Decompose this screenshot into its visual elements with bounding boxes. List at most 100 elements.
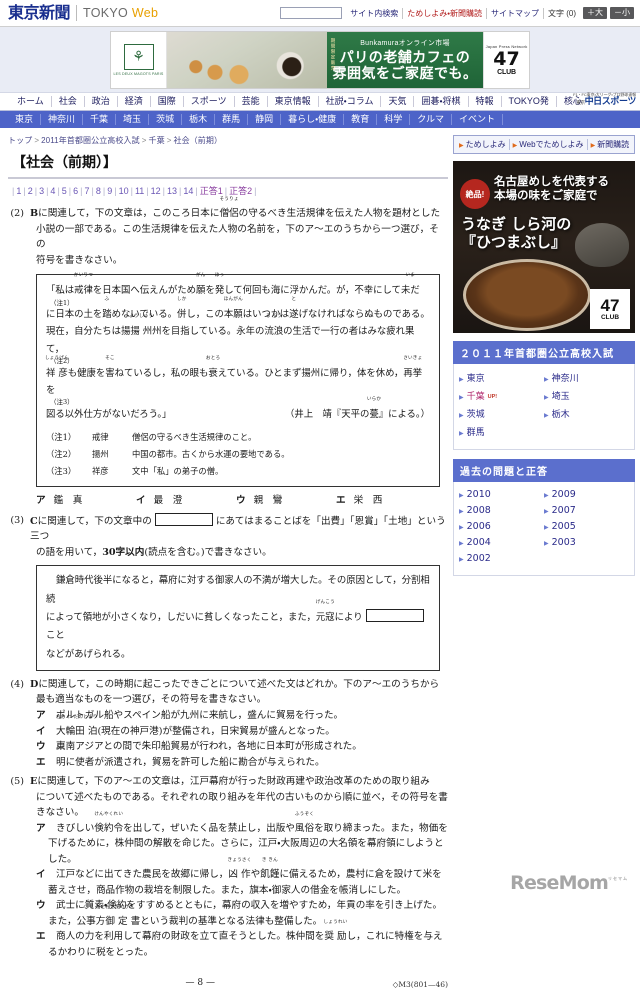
sidebar-panel-0-item-3[interactable]: ▶ 埼玉: [544, 389, 629, 402]
q4-option-b: イ おお わ だのとまり 大輪田 泊(現在の神戸港)が整備され，日宋貿易が盛んとな…: [8, 715, 448, 740]
sidebar-panel-1-item-7[interactable]: ▶ 2003: [544, 537, 629, 548]
sidebar-panel-1-item-6[interactable]: ▶ 2004: [459, 537, 544, 548]
nav-item-9[interactable]: 天気: [381, 96, 415, 107]
q4-line2: 最も適当なものを一つ選び，その符号を書きなさい。: [36, 694, 267, 706]
sidebar-panel-0-item-1[interactable]: ▶ 神奈川: [544, 371, 629, 384]
ruby-kujikata-rt: く じ かたおさだめがき: [82, 904, 135, 910]
ruby-kenyakurei-rt: けんやくれい: [94, 811, 124, 817]
subnav-item-0[interactable]: 東京: [8, 114, 42, 125]
nav-item-5[interactable]: スポーツ: [184, 96, 235, 107]
pager-page-11[interactable]: 11: [135, 186, 144, 196]
subnav-item-12[interactable]: イベント: [452, 114, 503, 125]
nav-item-10[interactable]: 囲碁・将棋: [414, 96, 469, 107]
banner-47club-logo[interactable]: Japan Press Network 47 CLUB: [483, 31, 529, 88]
subnav-item-8[interactable]: 暮らし・健康: [281, 114, 345, 125]
q5a-l1-pre: きびしい: [56, 822, 95, 834]
arrow-icon: ▶: [459, 508, 464, 515]
chunichi-sports-promo[interactable]: F1・FC東京・大リーグ・プロ野球速報 東京中日スポーツ: [573, 93, 636, 106]
subnav-item-9[interactable]: 教育: [344, 114, 378, 125]
sidebar-panel-1-item-8[interactable]: ▶ 2002: [459, 553, 544, 564]
breadcrumb-item-0[interactable]: トップ: [8, 136, 32, 145]
sidebar-ad-unagi[interactable]: 絶品! 名古屋めしを代表する 本場の味をご家庭で うなぎ しら河の 『ひつまぶし…: [453, 161, 635, 333]
sidebar-panel-1-item-1[interactable]: ▶ 2009: [544, 489, 629, 500]
pager-page-13[interactable]: 13: [167, 186, 177, 196]
sitemap-link[interactable]: サイトマップ: [487, 7, 544, 19]
sidebar-panel-0-item-6[interactable]: ▶ 群馬: [459, 425, 544, 438]
subscription-link[interactable]: ためしよみ・新聞購読: [403, 7, 487, 19]
pager-page-10[interactable]: 10: [119, 186, 129, 196]
subnav-item-2[interactable]: 千葉: [83, 114, 117, 125]
nav-item-12[interactable]: TOKYO発: [502, 96, 557, 107]
subnav-item-4[interactable]: 茨城: [149, 114, 183, 125]
nav-item-3[interactable]: 経済: [118, 96, 151, 107]
nav-item-4[interactable]: 国際: [151, 96, 184, 107]
text-size-decrease-button[interactable]: －小: [610, 7, 634, 19]
sidebar-panel-0-item-2[interactable]: ▶ 千葉 UP!: [459, 389, 544, 402]
q4-option-d-rest: に使者が派遣され，貿易を許可した船に勘合が与えられた。: [65, 756, 325, 768]
sidebar-panel-0-item-4[interactable]: ▶ 茨城: [459, 407, 544, 420]
top-banner-strip: ⚘ LES DEUX MAGOTS PARIS 期間限定販売 Bunkamura…: [0, 27, 640, 93]
sidebar-link-1[interactable]: ▶ Webでためしよみ: [510, 139, 588, 150]
nav-item-7[interactable]: 東京情報: [268, 96, 319, 107]
nav-item-11[interactable]: 特報: [469, 96, 502, 107]
site-search-link[interactable]: サイト内検索: [346, 7, 404, 19]
header-utility-bar: サイト内検索 ためしよみ・新聞購読 サイトマップ 文字 (0) ＋大 －小: [280, 7, 634, 19]
pager-answer-1[interactable]: 正答1: [200, 186, 223, 196]
pager-answer-2[interactable]: 正答2: [229, 186, 252, 196]
q2-choice-ア: ア鑑 真: [36, 493, 136, 509]
sidebar-panel-1-item-0[interactable]: ▶ 2010: [459, 489, 544, 500]
nav-item-6[interactable]: 芸能: [235, 96, 268, 107]
footnote-2-key: 揚州: [92, 448, 109, 459]
pager-page-12[interactable]: 12: [151, 186, 161, 196]
q5c-l2-pre: また，: [48, 915, 77, 927]
sidebar-panel-1-item-2[interactable]: ▶ 2008: [459, 505, 544, 516]
ruby-iraka-base: 甍: [369, 408, 379, 420]
subnav-item-10[interactable]: 科学: [377, 114, 411, 125]
sidebar-panel-1-item-3[interactable]: ▶ 2007: [544, 505, 629, 516]
sidebar-link-2[interactable]: ▶ 新聞購読: [588, 139, 633, 150]
q3-box-line2: によって領地が小さくなり，しだいに貧しくなったこと，また， げんこう 元寇によりこと: [46, 600, 430, 646]
subnav-item-6[interactable]: 群馬: [215, 114, 249, 125]
banner-club-text: CLUB: [497, 68, 516, 76]
pager-page-2[interactable]: 2: [28, 186, 33, 196]
nav-item-2[interactable]: 政治: [85, 96, 118, 107]
q5-option-a-text: きびしい けんやくれい 倹約令を出して，ぜいたく品を禁止し，出版や ふうぞく 風俗を取り…: [56, 812, 448, 837]
search-input[interactable]: [280, 7, 343, 19]
nav-item-1[interactable]: 社会: [52, 96, 85, 107]
breadcrumb-item-1[interactable]: 2011年首都圏公立高校入試: [41, 136, 140, 145]
subnav-item-7[interactable]: 静岡: [248, 114, 282, 125]
nav-item-8[interactable]: 社説・コラム: [319, 96, 382, 107]
paper-page-number: — 8 —: [185, 978, 215, 989]
ruby-to-base: 遂: [289, 309, 299, 321]
top-banner-ad[interactable]: ⚘ LES DEUX MAGOTS PARIS 期間限定販売 Bunkamura…: [110, 30, 530, 89]
ruby-youshuu-rt: ようしゅう: [129, 314, 154, 320]
pager-page-14[interactable]: 14: [183, 186, 193, 196]
sidebar-panel-0-item-0[interactable]: ▶ 東京: [459, 371, 544, 384]
question-2: (2) Bに関連して，下の文章は，このころ日本に そうりょ 僧侶の守るべき生活規律を…: [8, 197, 448, 509]
logo-web-text: Web: [131, 6, 159, 20]
q5-option-d-text: 商人の力を利用して幕府の財政を立て直そうとした。株仲間を しょうれい奨 励し，これ…: [56, 921, 448, 945]
arrow-icon: ▶: [512, 143, 518, 149]
subnav-item-11[interactable]: クルマ: [410, 114, 452, 125]
text-size-increase-button[interactable]: ＋大: [583, 7, 607, 19]
q2-line1-part2: の守るべき生活規律を伝えた人物を題材とした: [238, 208, 441, 219]
subnav-item-5[interactable]: 栃木: [182, 114, 216, 125]
sidebar-panel-0-item-4-label: 茨城: [466, 409, 485, 419]
ruby-min: みん明: [56, 746, 66, 771]
site-logo-japanese[interactable]: 東京新聞: [8, 5, 78, 21]
ruby-min-rt: みん: [56, 745, 66, 751]
sidebar-panel-0-body: ▶ 東京 ▶ 神奈川 ▶ 千葉 UP! ▶ 埼玉 ▶ 茨城 ▶ 栃木 ▶ 群馬: [453, 364, 635, 450]
sidebar-panel-1-item-5[interactable]: ▶ 2005: [544, 521, 629, 532]
ruby-shourei-rt: しょうれい: [323, 920, 348, 926]
nav-item-0[interactable]: ホーム: [10, 96, 52, 107]
sidebar-panel-1-item-2-label: 2008: [466, 505, 491, 516]
subnav-item-3[interactable]: 埼玉: [116, 114, 150, 125]
sidebar-panel-1-item-4[interactable]: ▶ 2006: [459, 521, 544, 532]
ruby-gan-rt: がん: [195, 273, 206, 279]
subnav-item-1[interactable]: 神奈川: [41, 114, 84, 125]
site-logo-english[interactable]: TOKYO Web: [77, 6, 158, 20]
pager-page-7[interactable]: 7: [85, 186, 90, 196]
breadcrumb-item-2[interactable]: 千葉: [148, 136, 164, 145]
sidebar-link-0[interactable]: ▶ ためしよみ: [456, 139, 510, 150]
sidebar-panel-0-item-5[interactable]: ▶ 栃木: [544, 407, 629, 420]
